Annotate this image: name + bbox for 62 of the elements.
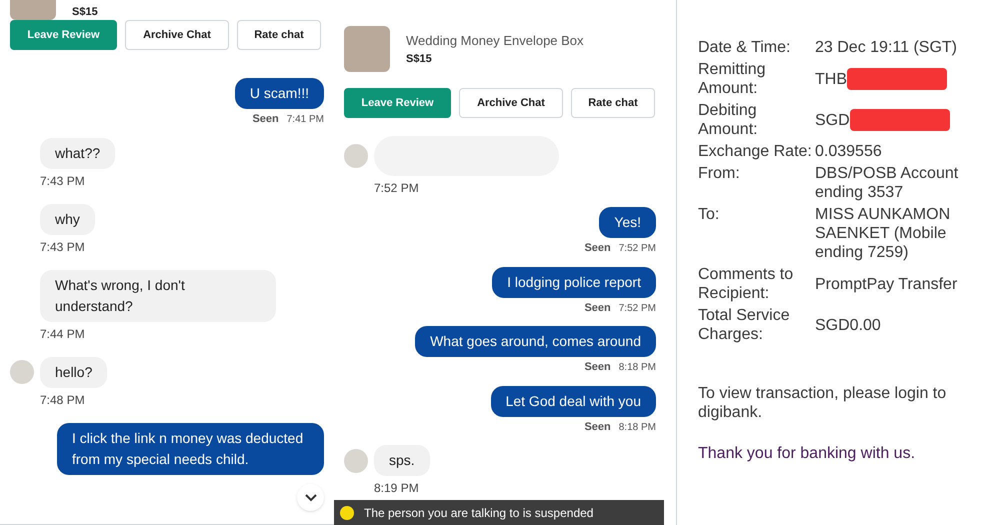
sent-message: U scam!!! — [234, 78, 324, 109]
seen-status: Seen — [584, 360, 611, 375]
chat-button[interactable]: Archive Chat — [459, 88, 563, 118]
chat-button[interactable]: Archive Chat — [125, 20, 229, 50]
avatar — [10, 360, 34, 384]
chat-button[interactable]: Leave Review — [344, 88, 451, 118]
avatar — [344, 448, 368, 472]
detail-value: SGD0.00 — [815, 316, 881, 334]
message-time: 7:43 PM — [40, 172, 86, 190]
message-time: 7:52 PM — [618, 242, 656, 256]
product-price: S$15 — [72, 5, 98, 20]
detail-label: Exchange Rate: — [698, 142, 813, 161]
chat-button[interactable]: Rate chat — [571, 88, 655, 118]
warning-icon — [340, 506, 354, 520]
detail-label: Date & Time: — [698, 38, 792, 57]
sent-message: I click the link n money was deducted from my special needs child. — [57, 422, 324, 474]
message-time: 7:52 PM — [618, 302, 656, 316]
message-time: 7:48 PM — [40, 392, 86, 408]
chevron-down-icon — [304, 494, 316, 502]
seen-status: Seen — [584, 241, 611, 256]
detail-label: Total Service Charges: — [698, 306, 791, 344]
received-message: what?? — [40, 138, 116, 168]
message-time: 7:41 PM — [286, 113, 324, 127]
message-time: 8:18 PM — [618, 361, 656, 375]
received-message: hello? — [40, 356, 108, 388]
detail-value: 23 Dec 19:11 (SGT) — [815, 38, 957, 57]
seen-status: Seen — [252, 112, 279, 127]
sent-message: What goes around, comes around — [415, 326, 656, 357]
detail-value: 0.039556 — [815, 142, 882, 161]
message-time: 7:44 PM — [40, 326, 86, 342]
detail-label: Remitting Amount: — [698, 60, 767, 98]
sent-message: I lodging police report — [492, 266, 656, 298]
sent-message: Let God deal with you — [490, 386, 656, 416]
message-time: 8:19 PM — [374, 480, 420, 497]
detail-label: To: — [698, 205, 720, 225]
thanks-text: Thank you for banking with us. — [698, 444, 916, 464]
product-price: S$15 — [406, 52, 433, 66]
seen-status: Seen — [584, 300, 611, 316]
message-time: 7:43 PM — [40, 238, 86, 256]
avatar — [344, 144, 368, 168]
detail-value: THB — [815, 70, 847, 88]
sent-message: Yes! — [599, 207, 656, 238]
chat-button[interactable]: Leave Review — [10, 20, 117, 50]
detail-label: Comments to Recipient: — [698, 265, 794, 303]
message-time: 8:18 PM — [618, 420, 656, 434]
received-message: sps. — [374, 445, 430, 476]
received-message: why — [40, 204, 95, 234]
scroll-down-button[interactable] — [297, 484, 324, 511]
chat-button[interactable]: Rate chat — [237, 20, 321, 50]
banner-text: The person you are talking to is suspended — [364, 504, 594, 522]
detail-value: SGD — [815, 110, 850, 130]
detail-value: PromptPay Transfer — [815, 274, 958, 294]
seen-status: Seen — [584, 420, 611, 434]
detail-value: MISS AUNKAMON SAENKET (Mobile ending 7259) — [815, 205, 952, 262]
detail-value: DBS/POSB Account ending 3537 — [815, 164, 960, 202]
detail-label: Debiting Amount: — [698, 101, 759, 139]
login-note: To view transaction, please login to digibank. — [698, 384, 948, 422]
received-message: What's wrong, I don't understand? — [40, 270, 276, 322]
product-photo-placeholder — [344, 26, 390, 72]
detail-label: From: — [698, 164, 741, 184]
message-time: 7:52 PM — [374, 180, 420, 197]
product-title: Wedding Money Envelope Box — [406, 32, 584, 50]
